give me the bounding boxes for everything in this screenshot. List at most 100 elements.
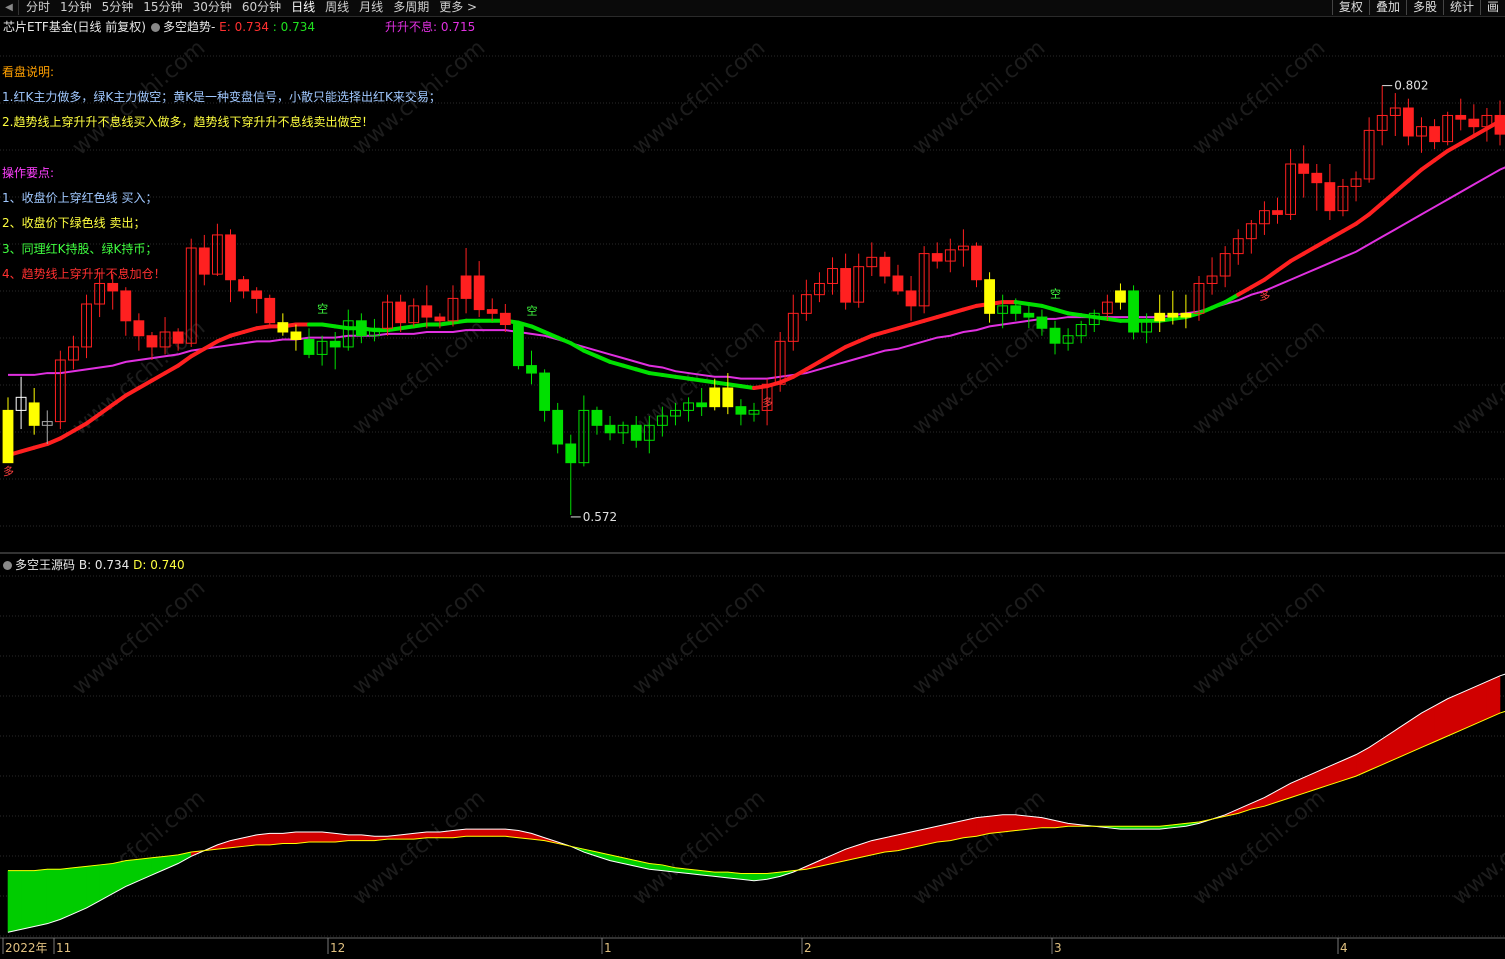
sell-signal-label: 空 (1050, 287, 1061, 301)
trend-line-segment (935, 311, 953, 320)
candle-body (905, 290, 917, 307)
period-tab-2[interactable]: 5分钟 (102, 0, 134, 15)
candle-body (1167, 312, 1179, 318)
candle-body (1180, 312, 1192, 318)
settings-circle-icon[interactable] (151, 23, 160, 32)
candle-body (931, 253, 943, 262)
candle-body (1311, 172, 1323, 184)
oscillator-band-segment (426, 831, 441, 839)
candle-body (696, 402, 708, 408)
candle-body (1272, 210, 1283, 215)
sub-indicator-name: 多空王源码 (15, 558, 76, 572)
trend-line-segment (45, 436, 63, 446)
x-axis-label: 1 (604, 941, 612, 955)
watermark-text: www.cfchi.com (908, 315, 1050, 440)
candle-body (1494, 114, 1505, 135)
sell-signal-label: 空 (317, 302, 328, 316)
watermark-text: www.cfchi.com (348, 575, 490, 700)
toolbar-button-0[interactable]: 复权 (1331, 0, 1369, 15)
tip-1: 1、收盘价上穿红色线 买入； (2, 191, 158, 205)
period-tab-8[interactable]: 月线 (359, 0, 383, 15)
period-tabs: 分时 1分钟 5分钟 15分钟 30分钟 60分钟 日线 周线 月线 多周期 更多 > (26, 0, 477, 15)
x-axis-label: 3 (1054, 941, 1062, 955)
trend-line-segment (1053, 307, 1071, 316)
candle-body (591, 409, 603, 426)
period-tab-3[interactable]: 15分钟 (143, 0, 182, 15)
oscillator-band-segment (465, 828, 480, 837)
candle-body (1429, 126, 1440, 143)
trend-line-segment (19, 445, 37, 454)
candle-body (604, 424, 616, 434)
candle-body (892, 275, 904, 292)
buy-signal-label: 多 (1259, 289, 1270, 303)
candle-body (290, 331, 302, 340)
period-tab-9[interactable]: 多周期 (393, 0, 429, 15)
trend-line-segment (817, 352, 835, 364)
trend-line-segment (1380, 190, 1398, 206)
trend-line-segment (621, 363, 639, 372)
period-tab-10[interactable]: 更多 > (439, 0, 477, 15)
candle-body (1154, 312, 1166, 322)
buy-signal-label: 多 (762, 395, 773, 409)
trend-line-segment (581, 348, 599, 359)
oscillator-band-segment (478, 828, 493, 837)
oscillator-band-segment (989, 814, 1003, 834)
candle-body (133, 320, 145, 337)
period-toolbar: ◀ 分时 1分钟 5分钟 15分钟 30分钟 60分钟 日线 周线 月线 多周期 更多 > 复权 叠加… (0, 0, 1505, 17)
trend-line-segment (961, 303, 979, 312)
sell-signal-label: 空 (527, 303, 538, 317)
main-panel-title: 芯片ETF基金(日线 前复权) 多空趋势- E: 0.734 : 0.734 (3, 18, 315, 35)
period-tab-6[interactable]: 日线 (291, 0, 315, 15)
watermark-text: www.cfchi.com (1188, 35, 1330, 160)
oscillator-band-segment (138, 857, 153, 882)
candle-body (329, 340, 341, 348)
note-heading-1: 看盘说明: (2, 65, 55, 79)
candle-body (277, 322, 289, 333)
candle-body (735, 406, 747, 415)
toolbar-button-1[interactable]: 叠加 (1368, 0, 1406, 15)
trend-line-segment (830, 344, 848, 357)
note-heading-2: 操作要点: (2, 166, 55, 180)
toolbar-button-4[interactable]: 画 (1479, 0, 1505, 15)
tip-4: 4、趋势线上穿升升不息加仓！ (2, 267, 166, 281)
trend-line-segment (634, 367, 652, 376)
candle-body (486, 309, 498, 314)
oscillator-band-segment (46, 868, 61, 925)
period-tab-7[interactable]: 周线 (325, 0, 349, 15)
trend-line-segment (1275, 259, 1293, 273)
period-tab-5[interactable]: 60分钟 (242, 0, 281, 15)
collapse-arrow-icon[interactable]: ◀ (0, 0, 19, 15)
sub-settings-circle-icon[interactable] (3, 561, 12, 570)
period-tab-4[interactable]: 30分钟 (193, 0, 232, 15)
toolbar-button-3[interactable]: 统计 (1442, 0, 1480, 15)
period-tab-1[interactable]: 1分钟 (60, 0, 92, 15)
trend-line-segment (241, 326, 259, 334)
oscillator-band-segment (1408, 712, 1422, 754)
note-line-2: 2.趋势线上穿升升不息线买入做多，趋势线下穿升升不息线卖出做空！ (2, 115, 374, 129)
chart-canvas[interactable]: www.cfchi.com www.cfchi.com www.cfchi.com w… (0, 16, 1505, 959)
oscillator-band-segment (1460, 686, 1475, 731)
trend-line-segment (1406, 167, 1424, 183)
candle-body (225, 234, 236, 281)
watermark-text: www.cfchi.com (68, 575, 210, 700)
trend-line-segment (228, 330, 246, 338)
watermark-text: www.cfchi.com (628, 575, 770, 700)
oscillator-band-segment (1028, 815, 1043, 830)
trend-line-segment (608, 359, 626, 368)
trend-line-segment (1419, 158, 1437, 172)
toolbar-button-2[interactable]: 多股 (1405, 0, 1443, 15)
candle-body (1298, 163, 1310, 174)
period-tab-0[interactable]: 分时 (26, 0, 50, 15)
trend-line-segment (1301, 244, 1319, 256)
candle-body (146, 335, 158, 348)
x-axis-label: 12 (330, 941, 345, 955)
candle-body (984, 279, 995, 314)
candle-body (1049, 327, 1061, 344)
tip-2: 2、收盘价下绿色线 卖出； (2, 216, 146, 230)
trend-line-segment (909, 318, 927, 327)
candle-body (722, 387, 734, 408)
candle-body (1115, 290, 1126, 303)
trend-line-segment (843, 339, 861, 349)
oscillator-band-segment (963, 817, 977, 839)
b-value: B: 0.734 (78, 558, 130, 572)
